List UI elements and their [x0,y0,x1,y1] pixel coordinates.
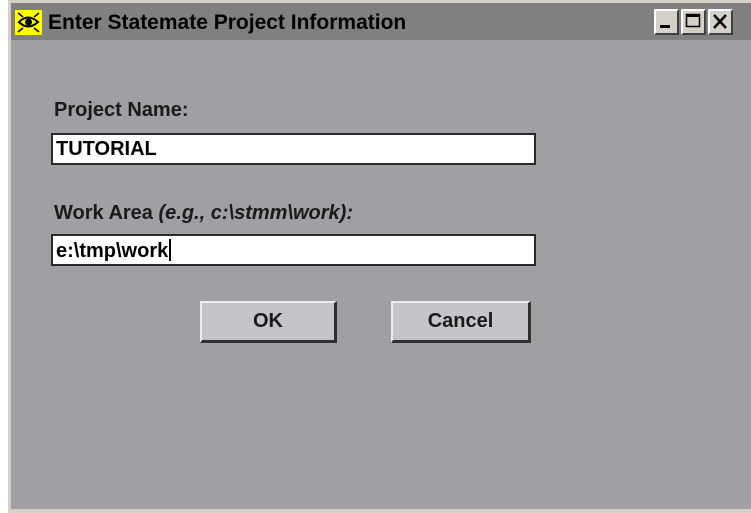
work-area-input[interactable]: e:\tmp\work [51,234,536,266]
project-name-label: Project Name: [54,99,189,122]
minimize-icon [660,25,670,28]
project-info-dialog: Enter Statemate Project Information Proj… [8,0,751,513]
window-title: Enter Statemate Project Information [48,11,407,34]
minimize-button[interactable] [654,9,679,35]
work-area-hint: (e.g., c:\stmm\work): [158,202,353,224]
work-area-label: Work Area (e.g., c:\stmm\work): [54,202,353,225]
maximize-icon [685,13,701,28]
maximize-button[interactable] [681,9,706,35]
project-name-input[interactable]: TUTORIAL [51,133,536,165]
project-name-label-text: Project Name: [54,99,189,121]
text-caret [169,239,172,261]
ok-button[interactable]: OK [200,301,337,343]
close-icon [713,14,727,29]
work-area-label-text: Work Area [54,202,153,224]
close-button[interactable] [708,9,733,35]
project-name-value: TUTORIAL [56,138,157,160]
statemate-app-icon [15,10,42,35]
cancel-button[interactable]: Cancel [391,301,531,343]
title-bar[interactable]: Enter Statemate Project Information [11,3,751,40]
work-area-value: e:\tmp\work [56,240,169,262]
